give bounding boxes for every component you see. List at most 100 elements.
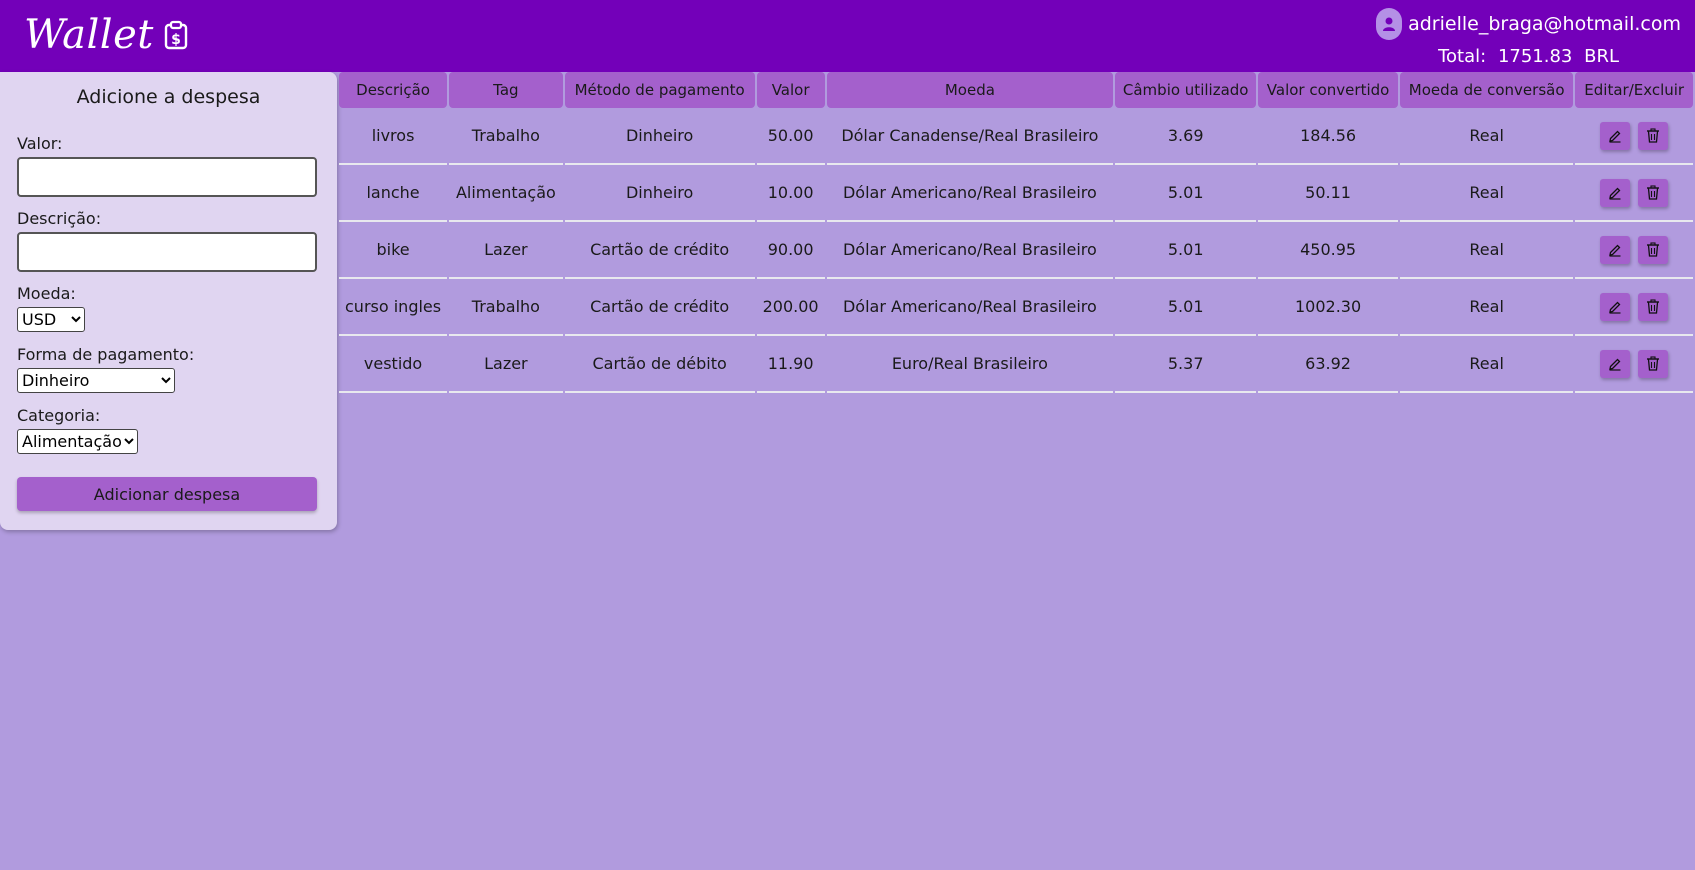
cell-cambio: 5.01 xyxy=(1115,222,1257,279)
cell-tag: Lazer xyxy=(449,222,563,279)
cell-actions xyxy=(1575,222,1693,279)
cell-moeda: Dólar Americano/Real Brasileiro xyxy=(826,165,1114,222)
cell-conversao: Real xyxy=(1399,222,1574,279)
trash-icon xyxy=(1647,242,1660,257)
table-row: lanche Alimentação Dinheiro 10.00 Dólar Amer… xyxy=(339,165,1693,222)
cell-valor: 90.00 xyxy=(756,222,825,279)
add-expense-button[interactable]: Adicionar despesa xyxy=(17,477,317,511)
cell-actions xyxy=(1575,336,1693,393)
delete-button[interactable] xyxy=(1638,349,1669,378)
cell-metodo: Cartão de crédito xyxy=(564,279,755,336)
cell-actions xyxy=(1575,165,1693,222)
table-row: curso ingles Trabalho Cartão de crédito 200… xyxy=(339,279,1693,336)
brand: Wallet $ xyxy=(24,12,188,58)
avatar-icon xyxy=(1376,8,1403,40)
cell-moeda: Dólar Americano/Real Brasileiro xyxy=(826,279,1114,336)
cell-moeda: Dólar Canadense/Real Brasileiro xyxy=(826,108,1114,165)
cell-valor: 50.00 xyxy=(756,108,825,165)
header-convertido: Valor convertido xyxy=(1258,72,1398,108)
moeda-select[interactable]: USD xyxy=(17,307,85,332)
delete-button[interactable] xyxy=(1638,121,1669,150)
pagamento-select[interactable]: Dinheiro xyxy=(17,368,175,393)
edit-button[interactable] xyxy=(1600,292,1631,321)
cell-metodo: Dinheiro xyxy=(564,165,755,222)
row-actions xyxy=(1581,121,1687,150)
cell-cambio: 5.01 xyxy=(1115,279,1257,336)
pencil-icon xyxy=(1609,130,1621,143)
descricao-label: Descrição: xyxy=(17,209,102,228)
pencil-icon xyxy=(1609,187,1621,200)
clipboard-dollar-icon: $ xyxy=(164,20,188,50)
cell-conversao: Real xyxy=(1399,165,1574,222)
table-header-row: Descrição Tag Método de pagamento Valor … xyxy=(339,72,1693,108)
edit-button[interactable] xyxy=(1600,178,1631,207)
cell-descricao: lanche xyxy=(339,165,448,222)
table-row: vestido Lazer Cartão de débito 11.90 Euro/Re… xyxy=(339,336,1693,393)
expense-form: Adicione a despesa Valor: Descrição: Moe… xyxy=(0,72,337,530)
user-email: adrielle_braga@hotmail.com xyxy=(1408,13,1681,35)
trash-icon xyxy=(1647,128,1660,143)
header-valor: Valor xyxy=(756,72,825,108)
descricao-input[interactable] xyxy=(17,232,317,272)
cell-cambio: 3.69 xyxy=(1115,108,1257,165)
delete-button[interactable] xyxy=(1638,292,1669,321)
delete-button[interactable] xyxy=(1638,178,1669,207)
trash-icon xyxy=(1647,299,1660,314)
header-descricao: Descrição xyxy=(339,72,448,108)
edit-button[interactable] xyxy=(1600,349,1631,378)
pencil-icon xyxy=(1609,301,1621,314)
row-actions xyxy=(1581,178,1687,207)
header-editar-excluir: Editar/Excluir xyxy=(1575,72,1693,108)
cell-valor: 10.00 xyxy=(756,165,825,222)
cell-actions xyxy=(1575,279,1693,336)
cell-valor: 11.90 xyxy=(756,336,825,393)
form-title: Adicione a despesa xyxy=(76,86,261,108)
total-label: Total: xyxy=(1438,46,1487,67)
edit-button[interactable] xyxy=(1600,235,1631,264)
pencil-icon xyxy=(1609,358,1621,371)
cell-actions xyxy=(1575,108,1693,165)
cell-metodo: Cartão de crédito xyxy=(564,222,755,279)
valor-label: Valor: xyxy=(17,134,63,153)
valor-input[interactable] xyxy=(17,157,317,197)
cell-convertido: 1002.30 xyxy=(1258,279,1398,336)
header-metodo: Método de pagamento xyxy=(564,72,755,108)
app-header: Wallet $ adrielle_braga@hotmail.com Tota… xyxy=(0,0,1695,72)
cell-cambio: 5.01 xyxy=(1115,165,1257,222)
cell-convertido: 184.56 xyxy=(1258,108,1398,165)
expenses-table: Descrição Tag Método de pagamento Valor … xyxy=(337,72,1695,393)
row-actions xyxy=(1581,292,1687,321)
categoria-select[interactable]: Alimentação xyxy=(17,429,138,454)
cell-descricao: livros xyxy=(339,108,448,165)
user-info: adrielle_braga@hotmail.com Total: 1751.8… xyxy=(1376,8,1681,67)
cell-descricao: vestido xyxy=(339,336,448,393)
cell-moeda: Dólar Americano/Real Brasileiro xyxy=(826,222,1114,279)
moeda-label: Moeda: xyxy=(17,284,76,303)
trash-icon xyxy=(1647,185,1660,200)
cell-valor: 200.00 xyxy=(756,279,825,336)
cell-descricao: bike xyxy=(339,222,448,279)
total-value: 1751.83 xyxy=(1497,46,1573,67)
header-cambio: Câmbio utilizado xyxy=(1115,72,1257,108)
header-conversao: Moeda de conversão xyxy=(1399,72,1574,108)
categoria-label: Categoria: xyxy=(17,406,101,425)
cell-tag: Trabalho xyxy=(449,279,563,336)
cell-convertido: 63.92 xyxy=(1258,336,1398,393)
cell-conversao: Real xyxy=(1399,279,1574,336)
edit-button[interactable] xyxy=(1600,121,1631,150)
total-display: Total: 1751.83 BRL xyxy=(1376,46,1681,67)
table-row: livros Trabalho Dinheiro 50.00 Dólar Canaden… xyxy=(339,108,1693,165)
cell-tag: Lazer xyxy=(449,336,563,393)
delete-button[interactable] xyxy=(1638,235,1669,264)
app-title: Wallet xyxy=(24,12,154,58)
table-row: bike Lazer Cartão de crédito 90.00 Dólar Ame… xyxy=(339,222,1693,279)
cell-cambio: 5.37 xyxy=(1115,336,1257,393)
svg-text:$: $ xyxy=(171,32,181,48)
cell-metodo: Cartão de débito xyxy=(564,336,755,393)
cell-conversao: Real xyxy=(1399,108,1574,165)
row-actions xyxy=(1581,349,1687,378)
pagamento-label: Forma de pagamento: xyxy=(17,345,195,364)
cell-convertido: 50.11 xyxy=(1258,165,1398,222)
cell-moeda: Euro/Real Brasileiro xyxy=(826,336,1114,393)
trash-icon xyxy=(1647,356,1660,371)
